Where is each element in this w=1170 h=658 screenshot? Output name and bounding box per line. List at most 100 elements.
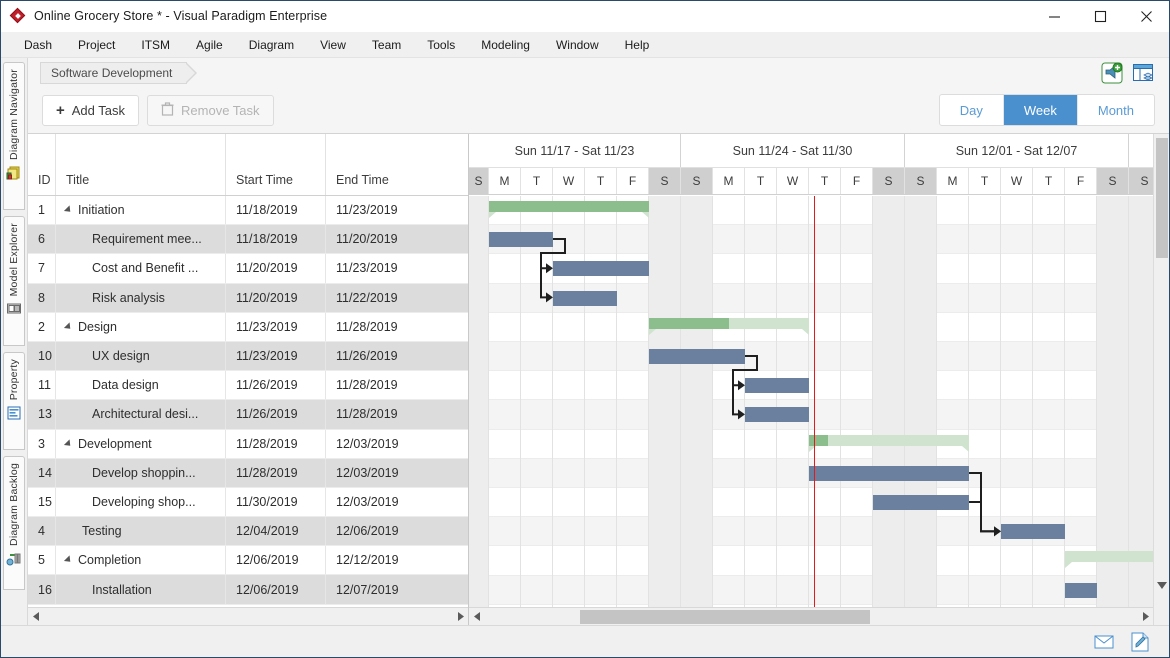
mail-icon[interactable] bbox=[1093, 631, 1115, 653]
table-row[interactable]: 3Development11/28/201912/03/2019 bbox=[28, 430, 468, 459]
menu-item-view[interactable]: View bbox=[307, 34, 359, 56]
sidebar-item-label: Property bbox=[8, 359, 20, 400]
sidebar-item-diagram-backlog[interactable]: Diagram Backlog bbox=[3, 456, 25, 590]
cell-title: Development bbox=[56, 430, 226, 458]
table-row[interactable]: 13Architectural desi...11/26/201911/28/2… bbox=[28, 400, 468, 429]
collapse-caret-icon[interactable] bbox=[64, 556, 73, 565]
grid-background bbox=[469, 196, 1153, 607]
table-row[interactable]: 10UX design11/23/201911/26/2019 bbox=[28, 342, 468, 371]
menu-item-modeling[interactable]: Modeling bbox=[468, 34, 543, 56]
week-header-row: Sun 11/17 - Sat 11/23Sun 11/24 - Sat 11/… bbox=[469, 134, 1153, 168]
remove-task-button[interactable]: Remove Task bbox=[147, 95, 274, 126]
grid-column bbox=[969, 196, 1001, 607]
menu-item-diagram[interactable]: Diagram bbox=[236, 34, 307, 56]
table-row[interactable]: 8Risk analysis11/20/201911/22/2019 bbox=[28, 284, 468, 313]
menu-item-tools[interactable]: Tools bbox=[414, 34, 468, 56]
scroll-left-arrow[interactable] bbox=[28, 609, 44, 625]
add-task-button[interactable]: + Add Task bbox=[42, 95, 139, 126]
table-row[interactable]: 4Testing12/04/201912/06/2019 bbox=[28, 517, 468, 546]
table-row[interactable]: 7Cost and Benefit ...11/20/201911/23/201… bbox=[28, 254, 468, 283]
column-header-start[interactable]: Start Time bbox=[226, 134, 326, 195]
menu-item-window[interactable]: Window bbox=[543, 34, 612, 56]
table-body: 1Initiation11/18/201911/23/20196Requirem… bbox=[28, 196, 468, 607]
summary-progress-fill bbox=[489, 201, 649, 212]
task-bar[interactable] bbox=[1065, 583, 1097, 598]
week-label: Sun 11/24 - Sat 11/30 bbox=[681, 134, 905, 167]
cell-id: 16 bbox=[28, 575, 56, 603]
timescale-day[interactable]: Day bbox=[940, 95, 1004, 125]
cell-end-time: 11/26/2019 bbox=[326, 342, 426, 370]
maximize-icon[interactable] bbox=[1077, 1, 1123, 32]
table-row[interactable]: 1Initiation11/18/201911/23/2019 bbox=[28, 196, 468, 225]
cell-start-time: 11/23/2019 bbox=[226, 342, 326, 370]
menu-bar: Dash Project ITSM Agile Diagram View Tea… bbox=[1, 32, 1169, 58]
cell-id: 7 bbox=[28, 254, 56, 282]
gantt-canvas[interactable] bbox=[469, 196, 1153, 607]
close-icon[interactable] bbox=[1123, 1, 1169, 32]
table-horizontal-scrollbar[interactable] bbox=[28, 607, 468, 625]
chart-horizontal-scrollbar[interactable] bbox=[469, 607, 1153, 625]
summary-bar[interactable] bbox=[1065, 551, 1153, 562]
day-label: M bbox=[489, 168, 521, 194]
collapse-caret-icon[interactable] bbox=[64, 322, 73, 331]
table-row[interactable]: 15Developing shop...11/30/201912/03/2019 bbox=[28, 488, 468, 517]
chart-scroll-track[interactable] bbox=[485, 608, 1137, 626]
day-label: W bbox=[1001, 168, 1033, 194]
plus-icon: + bbox=[56, 103, 65, 118]
chart-vscroll-thumb[interactable] bbox=[1156, 138, 1168, 258]
column-header-id[interactable]: ID bbox=[28, 134, 56, 195]
menu-item-itsm[interactable]: ITSM bbox=[128, 34, 183, 56]
cell-start-time: 11/30/2019 bbox=[226, 488, 326, 516]
day-label: S bbox=[649, 168, 681, 194]
chart-scroll-right-arrow[interactable] bbox=[1137, 609, 1153, 625]
scroll-track[interactable] bbox=[44, 608, 452, 626]
today-line bbox=[814, 196, 815, 607]
table-row[interactable]: 2Design11/23/201911/28/2019 bbox=[28, 313, 468, 342]
menu-item-dash[interactable]: Dash bbox=[11, 34, 65, 56]
column-header-end[interactable]: End Time bbox=[326, 134, 426, 195]
table-row[interactable]: 6Requirement mee...11/18/201911/20/2019 bbox=[28, 225, 468, 254]
minimize-icon[interactable] bbox=[1031, 1, 1077, 32]
cell-end-time: 12/03/2019 bbox=[326, 430, 426, 458]
announcement-add-icon[interactable] bbox=[1100, 61, 1124, 85]
chart-vertical-scrollbar[interactable] bbox=[1153, 134, 1169, 625]
task-bar[interactable] bbox=[809, 466, 969, 481]
cell-end-time: 11/23/2019 bbox=[326, 254, 426, 282]
timescale-week[interactable]: Week bbox=[1004, 95, 1078, 125]
menu-item-team[interactable]: Team bbox=[359, 34, 414, 56]
layout-window-icon[interactable] bbox=[1131, 61, 1155, 85]
breadcrumb-row: Software Development bbox=[28, 58, 1169, 87]
summary-bar[interactable] bbox=[489, 201, 649, 212]
summary-progress-fill bbox=[809, 435, 828, 446]
sidebar-item-model-explorer[interactable]: Model Explorer bbox=[3, 216, 25, 346]
chart-scroll-left-arrow[interactable] bbox=[469, 609, 485, 625]
task-title-label: Architectural desi... bbox=[92, 407, 198, 421]
summary-bar[interactable] bbox=[809, 435, 969, 446]
table-row[interactable]: 16Installation12/06/201912/07/2019 bbox=[28, 575, 468, 604]
day-label: S bbox=[1097, 168, 1129, 194]
day-label: S bbox=[681, 168, 713, 194]
status-bar bbox=[1, 625, 1169, 657]
chart-scroll-thumb[interactable] bbox=[580, 610, 870, 624]
menu-item-project[interactable]: Project bbox=[65, 34, 128, 56]
cell-end-time: 12/06/2019 bbox=[326, 517, 426, 545]
breadcrumb[interactable]: Software Development bbox=[40, 62, 187, 84]
cell-start-time: 11/20/2019 bbox=[226, 254, 326, 282]
sidebar-item-diagram-navigator[interactable]: Diagram Navigator bbox=[3, 62, 25, 210]
chart-vscroll-down-arrow[interactable] bbox=[1157, 581, 1167, 591]
timescale-month[interactable]: Month bbox=[1078, 95, 1154, 125]
collapse-caret-icon[interactable] bbox=[64, 439, 73, 448]
scroll-right-arrow[interactable] bbox=[452, 609, 468, 625]
grid-column bbox=[489, 196, 521, 607]
collapse-caret-icon[interactable] bbox=[64, 205, 73, 214]
cell-id: 8 bbox=[28, 284, 56, 312]
menu-item-help[interactable]: Help bbox=[612, 34, 663, 56]
sidebar-item-property[interactable]: Property bbox=[3, 352, 25, 450]
table-row[interactable]: 5Completion12/06/201912/12/2019 bbox=[28, 546, 468, 575]
table-row[interactable]: 14Develop shoppin...11/28/201912/03/2019 bbox=[28, 459, 468, 488]
menu-item-agile[interactable]: Agile bbox=[183, 34, 236, 56]
summary-bar[interactable] bbox=[649, 318, 809, 329]
table-row[interactable]: 11Data design11/26/201911/28/2019 bbox=[28, 371, 468, 400]
note-edit-icon[interactable] bbox=[1129, 631, 1151, 653]
column-header-title[interactable]: Title bbox=[56, 134, 226, 195]
